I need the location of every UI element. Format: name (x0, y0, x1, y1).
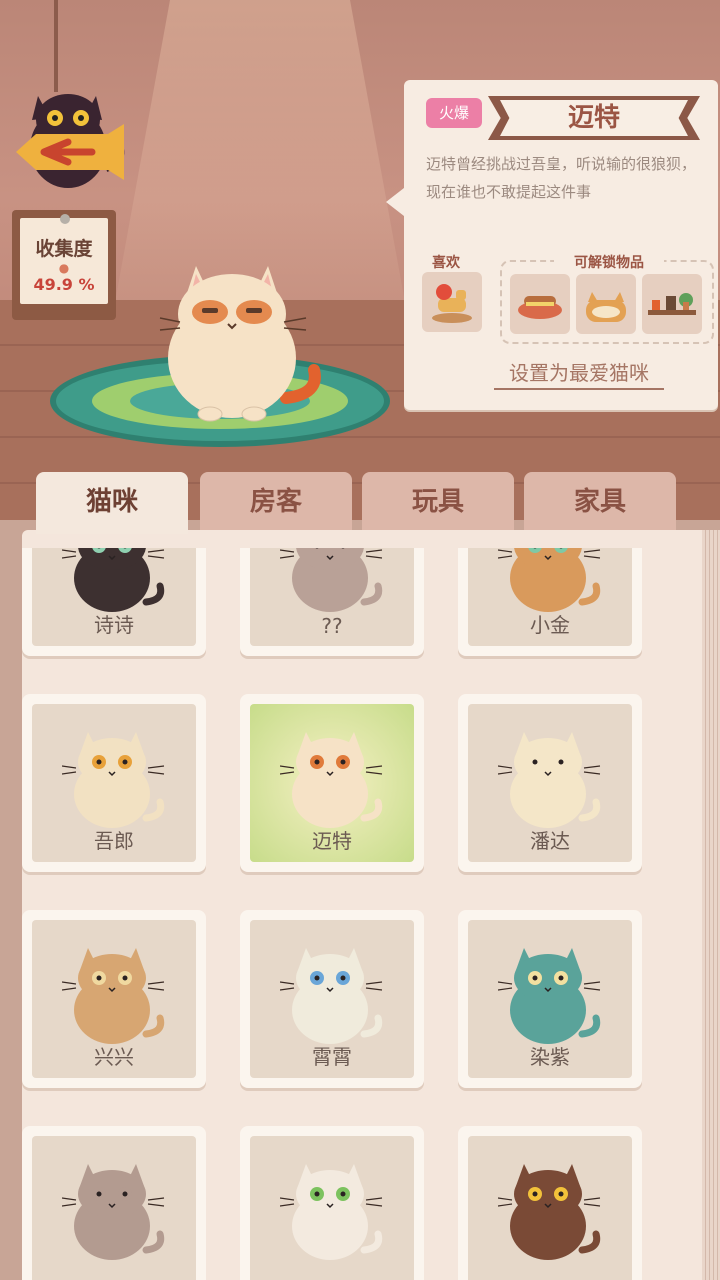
collection-book: 诗诗?? 小金吾郎 迈特 潘达兴兴 霄霄 染紫 (0, 520, 720, 1280)
cat-description: 迈特曾经挑战过吾皇，听说输的很狼狈，现在谁也不敢提起这件事 (426, 155, 697, 201)
tab-furniture[interactable]: 家具 (524, 472, 676, 530)
book-page-edges (702, 530, 720, 1280)
cat-card-frame (32, 1136, 196, 1280)
likes-label: 喜欢 (432, 255, 460, 271)
cat-card-name: 吾郎 (94, 829, 134, 853)
cat-card[interactable]: 霄霄 (240, 910, 424, 1088)
cat-card[interactable] (458, 1126, 642, 1280)
cat-card[interactable]: 潘达 (458, 694, 642, 872)
tab-tenants[interactable]: 房客 (200, 472, 352, 530)
cat-card[interactable]: 染紫 (458, 910, 642, 1088)
unlock-item-food[interactable] (510, 274, 570, 334)
cat-card-frame: 潘达 (468, 704, 632, 862)
cat-card-frame: 兴兴 (32, 920, 196, 1078)
cat-card-name: 霄霄 (312, 1045, 352, 1069)
cat-portrait-icon (498, 548, 601, 612)
cat-card-grid: 诗诗?? 小金吾郎 迈特 潘达兴兴 霄霄 染紫 (22, 548, 682, 1280)
cat-room-scene: 收集度 ● 49.9 % 火爆 迈特 迈特曾经挑战过吾皇，听说输的很狼狈，现在谁… (0, 0, 720, 520)
cat-card-frame (468, 1136, 632, 1280)
unlock-item-cat-bed[interactable] (576, 274, 636, 334)
cat-card[interactable] (22, 1126, 206, 1280)
cat-card-name: 染紫 (530, 1045, 570, 1069)
cat-bed-icon (586, 292, 626, 322)
cat-card[interactable]: 小金 (458, 548, 642, 656)
cat-portrait-icon (62, 948, 165, 1044)
category-tabs: 猫咪 房客 玩具 家具 (36, 472, 684, 534)
cat-card-frame (250, 1136, 414, 1280)
cat-portrait-icon (498, 732, 601, 828)
pin-icon (60, 214, 70, 224)
cat-card-name: 兴兴 (94, 1045, 134, 1069)
plant-shelf-icon (648, 293, 696, 315)
cat-name-title: 迈特 (500, 100, 688, 136)
collection-label: 收集度 (35, 238, 93, 260)
cat-card-name: ?? (321, 614, 343, 638)
cat-portrait-icon (498, 948, 601, 1044)
collection-paper: 收集度 ● 49.9 % (20, 218, 108, 304)
cat-portrait-icon (280, 1164, 383, 1260)
cat-card-name: 诗诗 (94, 613, 134, 637)
cat-card-frame: 迈特 (250, 704, 414, 862)
cat-portrait-icon (62, 548, 165, 612)
cat-portrait-icon (62, 732, 165, 828)
featured-cat-image (159, 266, 321, 422)
cat-card-frame: 霄霄 (250, 920, 414, 1078)
cat-portrait-icon (498, 1164, 601, 1260)
tab-toys[interactable]: 玩具 (362, 472, 514, 530)
collection-board: 收集度 ● 49.9 % (12, 210, 116, 320)
unlock-item-shelf[interactable] (642, 274, 702, 334)
set-favorite-cat-link[interactable]: 设置为最爱猫咪 (494, 358, 664, 390)
unlockable-label: 可解锁物品 (554, 252, 664, 272)
cat-portrait-icon (280, 948, 383, 1044)
back-arrow-icon (16, 94, 125, 188)
collection-value: 49.9 % (33, 275, 95, 294)
toy-horse-icon (432, 284, 472, 323)
back-button[interactable] (10, 76, 130, 196)
food-plate-icon (518, 296, 562, 319)
cat-portrait-icon (280, 548, 383, 612)
cat-card[interactable]: 诗诗 (22, 548, 206, 656)
tab-cats[interactable]: 猫咪 (36, 472, 188, 534)
cat-portrait-icon (62, 1164, 165, 1260)
cat-card[interactable]: 兴兴 (22, 910, 206, 1088)
cat-card-name: 潘达 (530, 829, 570, 853)
cat-card[interactable] (240, 1126, 424, 1280)
cat-card[interactable]: 迈特 (240, 694, 424, 872)
paw-icon: ● (58, 261, 70, 275)
liked-item-toy[interactable] (422, 272, 482, 332)
cat-portrait-icon (280, 732, 383, 828)
cat-card-frame: ?? (250, 548, 414, 646)
popularity-tag: 火爆 (426, 98, 482, 128)
cat-card[interactable]: 吾郎 (22, 694, 206, 872)
cat-card-frame: 染紫 (468, 920, 632, 1078)
cat-card-name: 迈特 (312, 829, 352, 853)
cat-card-frame: 吾郎 (32, 704, 196, 862)
cat-info-panel: 火爆 迈特 迈特曾经挑战过吾皇，听说输的很狼狈，现在谁也不敢提起这件事 喜欢 可… (386, 80, 718, 410)
cat-card-frame: 小金 (468, 548, 632, 646)
cat-card-frame: 诗诗 (32, 548, 196, 646)
cat-card[interactable]: ?? (240, 548, 424, 656)
cat-card-name: 小金 (530, 613, 570, 637)
